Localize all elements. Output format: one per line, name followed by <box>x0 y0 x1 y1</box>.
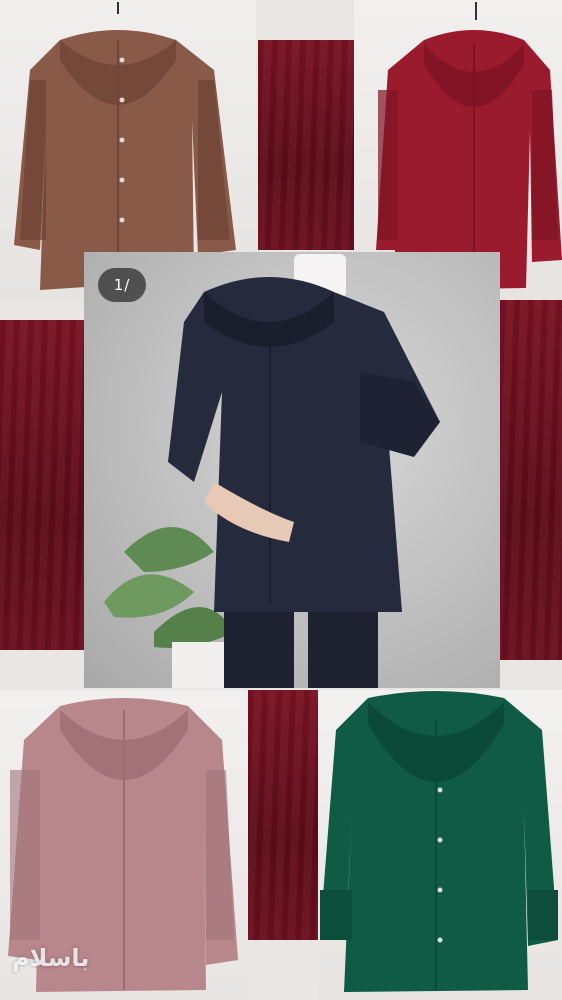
green-blouse-image <box>320 691 558 992</box>
background-fabric-left <box>0 320 86 650</box>
background-fabric-center-bottom <box>248 690 318 940</box>
navy-blouse-image <box>104 254 440 688</box>
background-fabric-center-top <box>258 40 354 250</box>
photo-green-blouse <box>318 690 562 1000</box>
site-watermark: باسلام <box>12 944 90 972</box>
image-counter-badge: 1/ <box>98 268 146 302</box>
background-fabric-right <box>500 300 562 660</box>
photo-navy-blouse-main <box>84 252 500 688</box>
